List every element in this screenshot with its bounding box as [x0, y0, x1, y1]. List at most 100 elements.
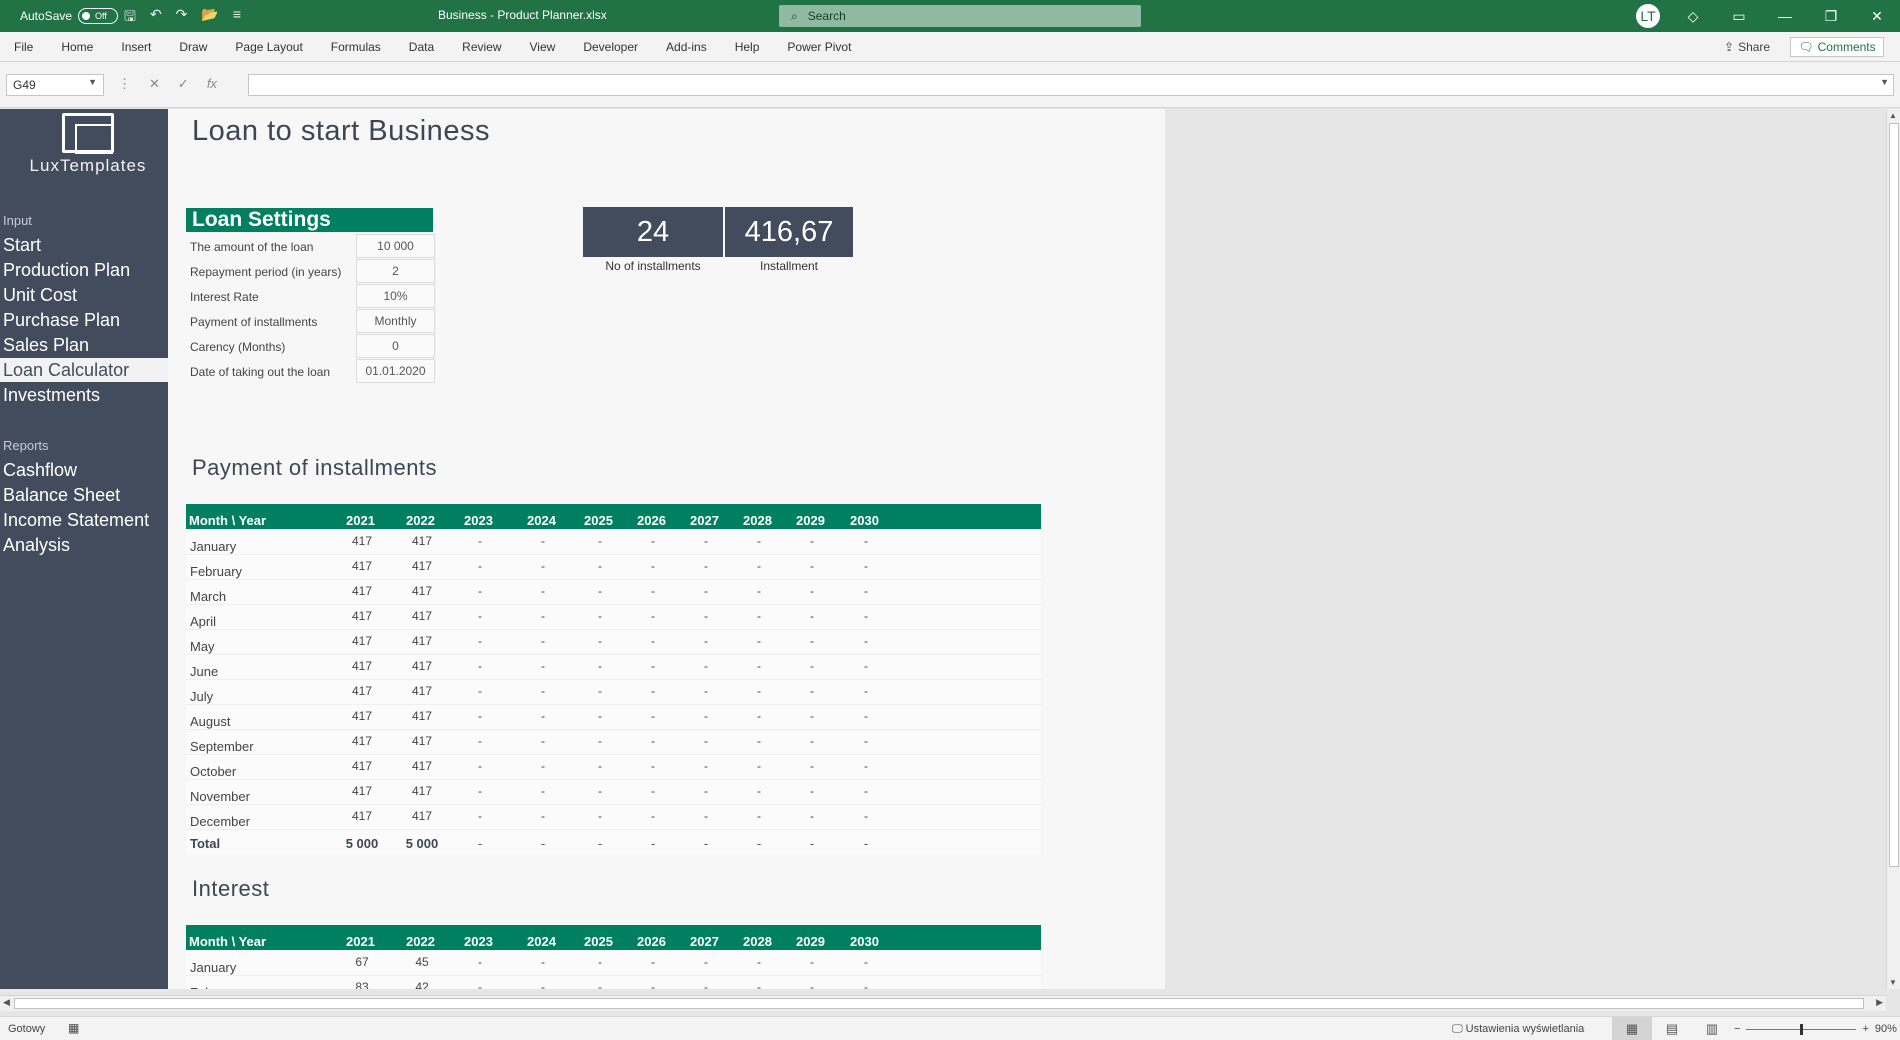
table-cell[interactable]: 417 — [332, 709, 392, 723]
enter-icon[interactable]: ✓ — [178, 76, 189, 92]
table-cell[interactable]: - — [729, 534, 789, 548]
repayment-period-input[interactable]: 2 — [356, 259, 435, 283]
table-cell[interactable]: - — [836, 709, 896, 723]
table-cell[interactable]: - — [676, 659, 736, 673]
restore-icon[interactable]: ❐ — [1808, 8, 1854, 25]
table-cell[interactable]: - — [782, 534, 842, 548]
total-cell[interactable]: - — [570, 836, 630, 851]
table-cell[interactable]: 417 — [332, 634, 392, 648]
table-cell[interactable]: - — [623, 734, 683, 748]
tab-review[interactable]: Review — [462, 40, 501, 54]
table-cell[interactable]: - — [450, 709, 510, 723]
table-cell[interactable]: - — [782, 709, 842, 723]
table-cell[interactable]: - — [450, 955, 510, 969]
table-cell[interactable]: - — [623, 759, 683, 773]
table-cell[interactable]: - — [729, 980, 789, 989]
total-cell[interactable]: - — [782, 836, 842, 851]
table-cell[interactable]: - — [729, 809, 789, 823]
table-cell[interactable]: - — [782, 584, 842, 598]
table-cell[interactable]: - — [676, 584, 736, 598]
table-cell[interactable]: - — [450, 734, 510, 748]
table-cell[interactable]: - — [782, 809, 842, 823]
table-cell[interactable]: 417 — [392, 634, 452, 648]
table-cell[interactable]: - — [623, 659, 683, 673]
search-box[interactable]: ⌕ Search — [779, 5, 1141, 27]
table-cell[interactable]: - — [676, 534, 736, 548]
table-cell[interactable]: - — [836, 634, 896, 648]
table-cell[interactable]: 417 — [392, 559, 452, 573]
table-cell[interactable]: - — [782, 734, 842, 748]
table-cell[interactable]: - — [623, 609, 683, 623]
table-cell[interactable]: - — [729, 634, 789, 648]
cancel-icon[interactable]: ✕ — [149, 76, 160, 92]
chevron-down-icon[interactable]: ▼ — [88, 77, 97, 87]
total-cell[interactable]: - — [836, 836, 896, 851]
total-cell[interactable]: - — [450, 836, 510, 851]
table-cell[interactable]: - — [676, 980, 736, 989]
table-cell[interactable]: - — [836, 980, 896, 989]
scroll-right-icon[interactable]: ▶ — [1876, 997, 1883, 1008]
page-layout-view-icon[interactable]: ▤ — [1652, 1017, 1692, 1040]
table-cell[interactable]: - — [513, 559, 573, 573]
table-cell[interactable]: 417 — [392, 734, 452, 748]
table-cell[interactable]: - — [513, 759, 573, 773]
sidebar-item-start[interactable]: Start — [0, 233, 168, 257]
table-cell[interactable]: - — [570, 609, 630, 623]
total-cell[interactable]: - — [513, 836, 573, 851]
table-cell[interactable]: - — [450, 634, 510, 648]
table-cell[interactable]: 417 — [332, 809, 392, 823]
tab-view[interactable]: View — [530, 40, 556, 54]
table-cell[interactable]: - — [782, 684, 842, 698]
total-cell[interactable]: 5 000 — [332, 836, 392, 851]
table-cell[interactable]: - — [513, 734, 573, 748]
sidebar-item-purchase-plan[interactable]: Purchase Plan — [0, 308, 168, 332]
table-cell[interactable]: - — [729, 609, 789, 623]
loan-date-input[interactable]: 01.01.2020 — [356, 359, 435, 383]
sidebar-item-income-statement[interactable]: Income Statement — [0, 508, 168, 532]
tab-help[interactable]: Help — [735, 40, 760, 54]
total-cell[interactable]: 5 000 — [392, 836, 452, 851]
table-cell[interactable]: - — [836, 534, 896, 548]
table-cell[interactable]: - — [676, 759, 736, 773]
table-cell[interactable]: - — [570, 980, 630, 989]
tab-draw[interactable]: Draw — [179, 40, 207, 54]
display-settings[interactable]: 🖵 Ustawienia wyświetlania — [1452, 1023, 1584, 1036]
table-cell[interactable]: 42 — [392, 980, 452, 989]
payment-frequency-input[interactable]: Monthly — [356, 309, 435, 333]
table-cell[interactable]: - — [623, 634, 683, 648]
macro-record-icon[interactable]: ▦ — [68, 1021, 79, 1035]
redo-icon[interactable]: ↷ — [176, 6, 188, 30]
expand-formula-icon[interactable]: ▼ — [1880, 77, 1889, 87]
table-cell[interactable]: - — [513, 609, 573, 623]
table-cell[interactable]: 417 — [392, 659, 452, 673]
table-cell[interactable]: - — [836, 955, 896, 969]
vertical-scroll-thumb[interactable] — [1889, 123, 1899, 867]
table-cell[interactable]: - — [570, 734, 630, 748]
table-cell[interactable]: - — [729, 784, 789, 798]
insert-function-icon[interactable]: fx — [207, 76, 217, 92]
table-cell[interactable]: 417 — [392, 784, 452, 798]
sidebar-item-sales-plan[interactable]: Sales Plan — [0, 333, 168, 357]
table-cell[interactable]: - — [729, 559, 789, 573]
tab-page-layout[interactable]: Page Layout — [235, 40, 302, 54]
sidebar-item-loan-calculator[interactable]: Loan Calculator — [0, 358, 168, 382]
customize-qat-icon[interactable]: ≡ — [233, 6, 241, 30]
table-cell[interactable]: - — [450, 609, 510, 623]
table-cell[interactable]: - — [676, 634, 736, 648]
total-cell[interactable]: - — [729, 836, 789, 851]
table-cell[interactable]: - — [570, 534, 630, 548]
table-cell[interactable]: 417 — [332, 584, 392, 598]
table-cell[interactable]: - — [729, 709, 789, 723]
account-avatar[interactable]: LT — [1636, 4, 1660, 28]
zoom-out-icon[interactable]: − — [1734, 1023, 1740, 1035]
table-cell[interactable]: - — [729, 659, 789, 673]
open-icon[interactable]: 📂 — [201, 6, 218, 30]
zoom-slider[interactable] — [1746, 1023, 1857, 1035]
total-cell[interactable]: - — [676, 836, 736, 851]
table-cell[interactable]: 67 — [332, 955, 392, 969]
table-cell[interactable]: 417 — [332, 534, 392, 548]
table-cell[interactable]: - — [623, 980, 683, 989]
horizontal-scroll-thumb[interactable] — [14, 998, 1864, 1009]
table-cell[interactable]: 417 — [332, 609, 392, 623]
table-cell[interactable]: 417 — [392, 684, 452, 698]
